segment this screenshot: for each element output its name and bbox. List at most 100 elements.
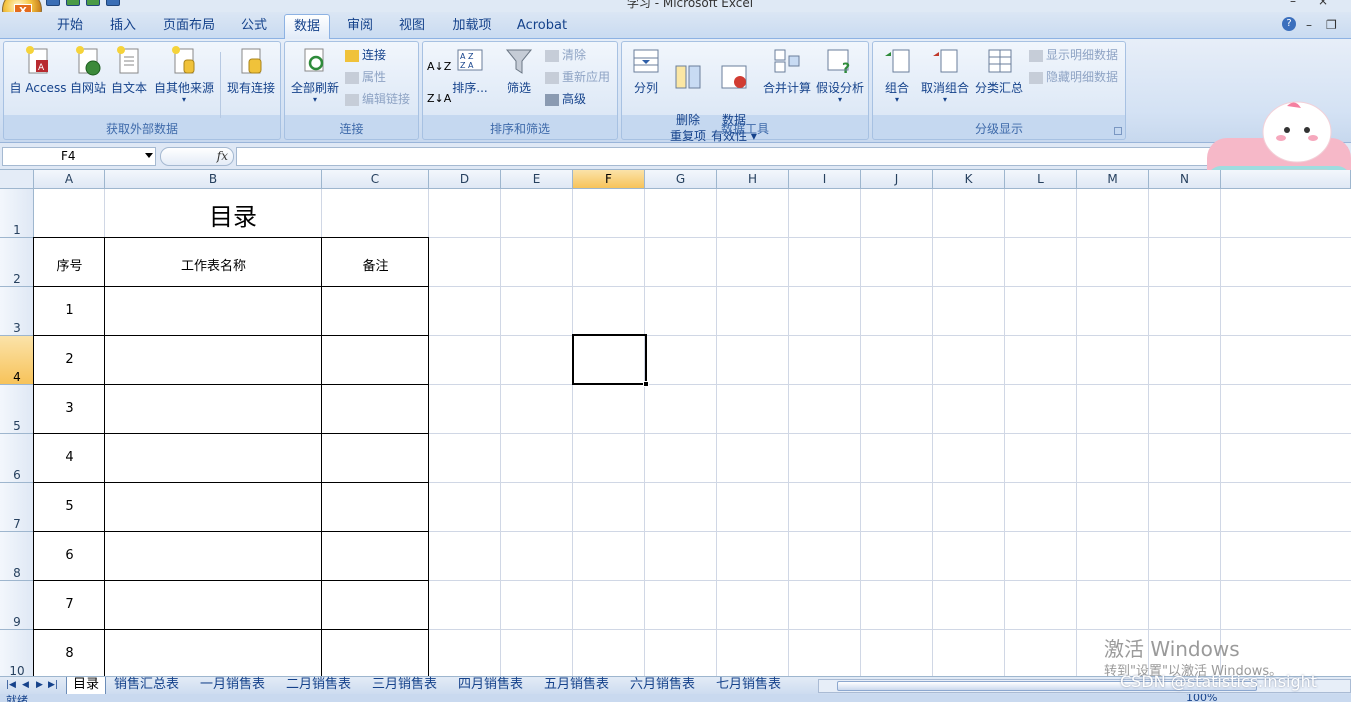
header-cell-sheet-name[interactable]: 工作表名称 [105, 255, 322, 274]
from-text-button[interactable]: 自文本 [108, 46, 150, 96]
properties-button[interactable]: 属性 [345, 68, 386, 86]
column-header-l[interactable]: L [1005, 170, 1077, 189]
index-cell[interactable]: 8 [34, 646, 105, 661]
column-header-g[interactable]: G [645, 170, 717, 189]
column-header-b[interactable]: B [105, 170, 322, 189]
undo-icon[interactable] [66, 0, 80, 6]
last-sheet-button[interactable]: ▶| [48, 680, 58, 690]
column-header-n[interactable]: N [1149, 170, 1221, 189]
row-header-2[interactable]: 2 [0, 238, 34, 287]
save-icon[interactable] [46, 0, 60, 6]
sheet-tab-mar[interactable]: 三月销售表 [372, 677, 437, 694]
index-cell[interactable]: 2 [34, 352, 105, 367]
tab-review[interactable]: 审阅 [338, 14, 382, 39]
sheet-tab-jan[interactable]: 一月销售表 [200, 677, 265, 694]
advanced-filter-button[interactable]: 高级 [545, 90, 586, 108]
filter-button[interactable]: 筛选 [499, 46, 539, 96]
consolidate-button[interactable]: 合并计算 [760, 46, 814, 96]
tab-home[interactable]: 开始 [48, 14, 92, 39]
row-header-3[interactable]: 3 [0, 287, 34, 336]
row-header-9[interactable]: 9 [0, 581, 34, 630]
row-header-8[interactable]: 8 [0, 532, 34, 581]
from-web-button[interactable]: 自网站 [68, 46, 108, 96]
what-if-analysis-button[interactable]: ? 假设分析 ▾ [814, 46, 866, 104]
column-header-m[interactable]: M [1077, 170, 1149, 189]
column-header-h[interactable]: H [717, 170, 789, 189]
from-access-button[interactable]: A 自 Access [8, 46, 68, 96]
sheet-tab-may[interactable]: 五月销售表 [544, 677, 609, 694]
redo-icon[interactable] [86, 0, 100, 6]
header-cell-index[interactable]: 序号 [34, 255, 105, 274]
row-header-7[interactable]: 7 [0, 483, 34, 532]
ribbon-restore-button[interactable]: ❐ [1326, 18, 1337, 32]
sort-button[interactable]: A ZZ A 排序... [451, 46, 489, 96]
tab-acrobat[interactable]: Acrobat [510, 14, 574, 39]
prev-sheet-button[interactable]: ◀ [22, 680, 29, 690]
column-header-k[interactable]: K [933, 170, 1005, 189]
column-header-d[interactable]: D [429, 170, 501, 189]
sort-descending-button[interactable]: Z↓A [427, 90, 451, 108]
hide-detail-button[interactable]: 隐藏明细数据 [1029, 68, 1118, 86]
text-to-columns-button[interactable]: 分列 [626, 46, 666, 96]
index-cell[interactable]: 5 [34, 499, 105, 514]
next-sheet-button[interactable]: ▶ [36, 680, 43, 690]
index-cell[interactable]: 1 [34, 303, 105, 318]
index-cell[interactable]: 7 [34, 597, 105, 612]
column-header-e[interactable]: E [501, 170, 573, 189]
from-other-sources-button[interactable]: 自其他来源 ▾ [152, 46, 216, 104]
sheet-tab-jun[interactable]: 六月销售表 [630, 677, 695, 694]
sheet-tab-jul[interactable]: 七月销售表 [716, 677, 781, 694]
index-cell[interactable]: 6 [34, 548, 105, 563]
row-header-6[interactable]: 6 [0, 434, 34, 483]
column-header-a[interactable]: A [34, 170, 105, 189]
index-cell[interactable]: 4 [34, 450, 105, 465]
active-cell-cursor[interactable] [572, 334, 647, 385]
tab-addins[interactable]: 加载项 [444, 14, 500, 39]
name-box[interactable]: F4 [2, 147, 156, 166]
tab-view[interactable]: 视图 [390, 14, 434, 39]
connections-button[interactable]: 连接 [345, 46, 386, 64]
tab-data[interactable]: 数据 [284, 14, 330, 39]
clear-filter-button[interactable]: 清除 [545, 46, 586, 64]
help-icon[interactable]: ? [1282, 17, 1296, 31]
column-header-f[interactable]: F [573, 170, 645, 189]
existing-connections-button[interactable]: 现有连接 [224, 46, 278, 96]
group-button[interactable]: 组合 ▾ [877, 46, 917, 104]
ribbon-minimize-button[interactable]: – [1306, 18, 1312, 32]
sheet-tab-feb[interactable]: 二月销售表 [286, 677, 351, 694]
index-cell[interactable]: 3 [34, 401, 105, 416]
show-detail-button[interactable]: 显示明细数据 [1029, 46, 1118, 64]
edit-links-button[interactable]: 编辑链接 [345, 90, 410, 108]
first-sheet-button[interactable]: |◀ [6, 680, 16, 690]
column-header-j[interactable]: J [861, 170, 933, 189]
row-header-4[interactable]: 4 [0, 336, 34, 385]
column-header-i[interactable]: I [789, 170, 861, 189]
sheet-tab-toc[interactable]: 目录 [66, 677, 106, 694]
reapply-button[interactable]: 重新应用 [545, 68, 610, 86]
print-icon[interactable] [106, 0, 120, 6]
spreadsheet-grid[interactable]: 目录 序号 工作表名称 备注 A B C D E F G H I J K L M N 1 2 3 4 5 6 7 8 9 10… [0, 170, 1351, 676]
sheet-tab-apr[interactable]: 四月销售表 [458, 677, 523, 694]
ungroup-button[interactable]: 取消组合 ▾ [919, 46, 971, 104]
close-button[interactable]: × [1318, 0, 1328, 8]
sort-ascending-button[interactable]: A↓Z [427, 58, 451, 76]
tab-formulas[interactable]: 公式 [232, 14, 276, 39]
fill-handle[interactable] [643, 381, 649, 387]
insert-function-button[interactable]: fx [160, 147, 234, 166]
sheet-tab-summary[interactable]: 销售汇总表 [114, 677, 179, 694]
column-header-c[interactable]: C [322, 170, 429, 189]
chevron-down-icon[interactable] [145, 153, 153, 158]
refresh-all-button[interactable]: 全部刷新 ▾ [287, 46, 343, 104]
tab-page-layout[interactable]: 页面布局 [156, 14, 222, 39]
row-header-10[interactable]: 10 [0, 630, 34, 676]
formula-input[interactable] [236, 147, 1348, 166]
tab-insert[interactable]: 插入 [100, 14, 146, 39]
dialog-launcher-icon[interactable] [1114, 127, 1122, 135]
subtotal-button[interactable]: 分类汇总 [973, 46, 1025, 96]
column-header-o[interactable] [1221, 170, 1351, 189]
row-header-1[interactable]: 1 [0, 189, 34, 238]
header-cell-notes[interactable]: 备注 [322, 255, 429, 274]
zoom-level[interactable]: 100% [1186, 694, 1217, 702]
select-all-corner[interactable] [0, 170, 34, 189]
row-header-5[interactable]: 5 [0, 385, 34, 434]
